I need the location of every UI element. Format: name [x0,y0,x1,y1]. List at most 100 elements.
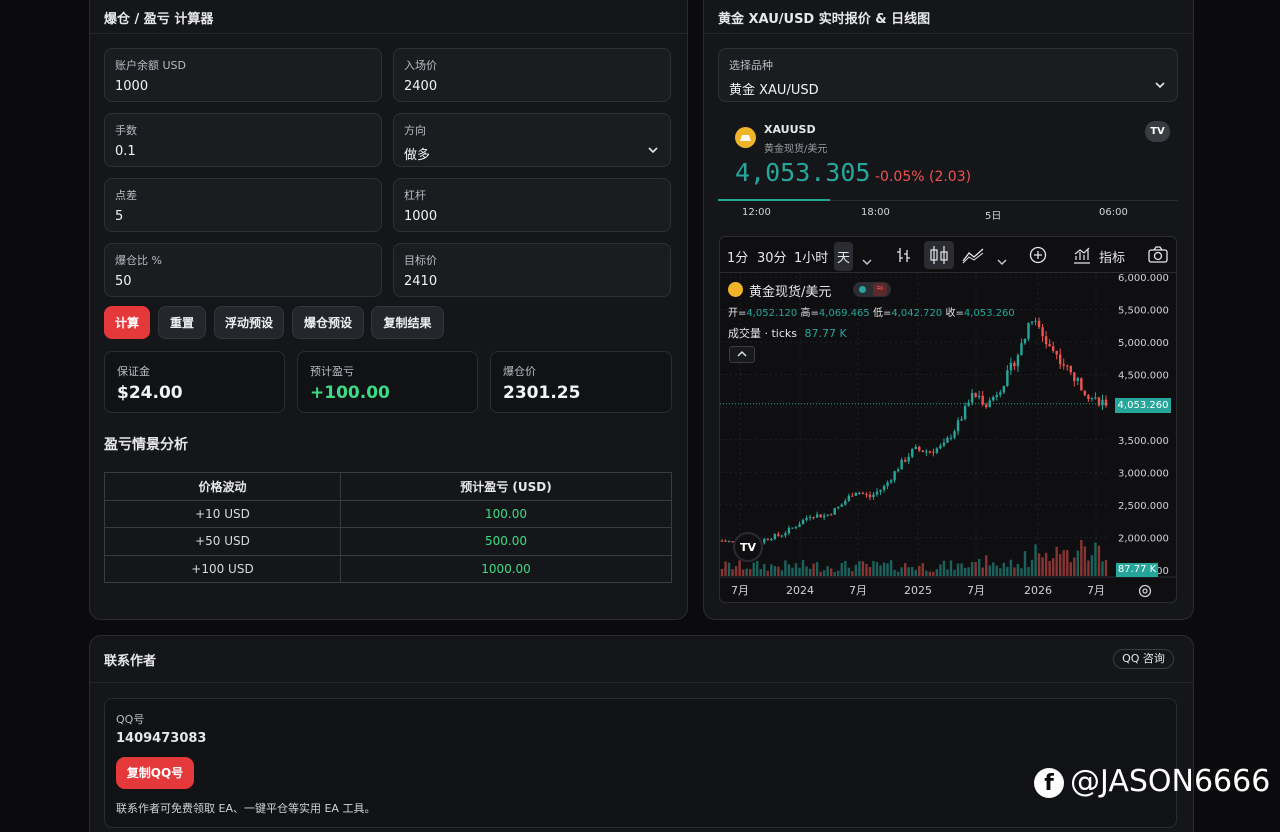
chevron-down-icon [648,144,658,157]
candle-body [1055,350,1058,355]
leverage-field[interactable]: 杠杆 1000 [393,178,671,232]
copy-qq-button[interactable]: 复制QQ号 [116,757,194,789]
market-status-badge: ≈ [853,282,891,297]
camera-icon[interactable] [1148,246,1168,268]
volume-bar [970,562,974,576]
volume-bar [1055,546,1058,576]
qq-consult-badge[interactable]: QQ 咨询 [1113,649,1174,669]
volume-bar [756,560,759,576]
balance-field[interactable]: 账户余额 USD 1000 [104,48,382,102]
candle-body [963,405,967,420]
table-cell: 1000.00 [340,554,672,583]
copy-result-button[interactable]: 复制结果 [371,306,444,339]
tradingview-logo-icon[interactable]: TV [1145,121,1170,142]
interval-1h[interactable]: 1小时 [794,247,828,266]
candle-body [812,517,815,519]
settings-icon[interactable] [1138,583,1152,602]
liq-preset-button[interactable]: 爆仓预设 [292,306,364,339]
candle-body [914,446,917,449]
reset-button[interactable]: 重置 [158,306,206,339]
symbol-select-label: 选择品种 [729,59,773,72]
volume-bar [759,569,762,576]
volume-bar [946,569,949,576]
volume-bar [794,563,798,576]
candle-body [766,538,769,540]
candle-body [840,504,843,507]
interval-30m[interactable]: 30分 [757,247,787,266]
candle-style-icon[interactable] [924,241,954,269]
table-row: +50 USD 500.00 [104,527,672,556]
candle-body [1076,378,1080,381]
volume-bar [939,564,942,576]
chart-widget[interactable]: 1分 30分 1小时 天 指标 6,000.000 5,500.000 5,000.… [719,236,1177,603]
candle-body [882,485,886,490]
volume-bar [1034,544,1037,576]
candle-body [1048,344,1051,347]
table-cell: +100 USD [104,554,341,583]
ticker-symbol: XAUUSD [764,123,816,136]
target-price-field[interactable]: 目标价 2410 [393,243,671,297]
candle-body [1069,365,1072,373]
spread-label: 点差 [115,189,137,202]
volume-bar [893,569,896,576]
table-cell: +10 USD [104,499,341,528]
candle-body [830,514,833,516]
float-preset-button[interactable]: 浮动预设 [214,306,284,339]
leverage-label: 杠杆 [404,189,426,202]
candle-body [720,540,724,542]
candle-body [879,489,882,492]
volume-bar [815,562,819,576]
quote-header: 黄金 XAU/USD 实时报价 & 日线图 [704,0,1193,34]
entry-price-field[interactable]: 入场价 2400 [393,48,671,102]
volume-bar [974,561,977,576]
liq-price-label: 爆仓价 [503,365,536,378]
y-tick-label: 3,000.000 [1118,468,1169,479]
chevron-down-icon[interactable] [862,251,872,270]
interval-1m[interactable]: 1分 [727,247,748,266]
volume-bar [1009,559,1013,576]
low-label: 低= [872,308,892,319]
candle-body [1020,343,1023,356]
volume-bar [896,571,900,576]
direction-select[interactable]: 方向 做多 [393,113,671,167]
candle-body [889,480,893,483]
area-style-icon[interactable] [962,246,984,268]
collapse-legend-button[interactable] [729,346,755,363]
bar-style-icon[interactable] [896,246,912,268]
calculate-button[interactable]: 计算 [104,306,150,339]
liq-ratio-field[interactable]: 爆仓比 % 50 [104,243,382,297]
volume-bar [872,561,875,576]
volume-bar [1090,555,1094,576]
symbol-select[interactable]: 选择品种 黄金 XAU/USD [718,48,1178,102]
candle-body [992,396,995,401]
candle-body [858,492,861,494]
watermark-text: @JASON6666 [1070,764,1271,799]
table-cell: 100.00 [340,499,672,528]
candle-body [1094,397,1097,399]
indicators-icon[interactable] [1073,246,1091,268]
volume-bar [763,564,766,576]
add-icon[interactable] [1029,246,1047,268]
spread-field[interactable]: 点差 5 [104,178,382,232]
indicators-button[interactable]: 指标 [1099,247,1125,266]
candle-body [1059,354,1062,365]
ticker-price: 4,053.305 [735,158,871,187]
spread-value: 5 [115,209,124,224]
volume-bar [911,566,914,576]
candle-body [1030,321,1034,323]
volume-bar [1013,567,1016,576]
lots-field[interactable]: 手数 0.1 [104,113,382,167]
chevron-down-icon[interactable] [997,251,1007,270]
qq-number: 1409473083 [116,731,207,746]
tradingview-logo-icon[interactable]: TV [733,532,763,562]
candle-body [1013,362,1016,367]
y-tick-label: 6,000.000 [1118,273,1169,284]
close-value: 4,053.260 [963,308,1015,319]
ohlc-legend: 开=4,052.120 高=4,069.465 低=4,042.720 收=4,… [728,304,1015,319]
candle-body [918,446,921,451]
interval-1d[interactable]: 天 [834,242,854,271]
chevron-up-icon [737,351,747,357]
volume-bar [875,562,879,576]
candlestick-chart[interactable]: 6,000.0005,500.0005,000.0004,500.0004,00… [720,273,1177,603]
candle-body [1016,355,1020,367]
